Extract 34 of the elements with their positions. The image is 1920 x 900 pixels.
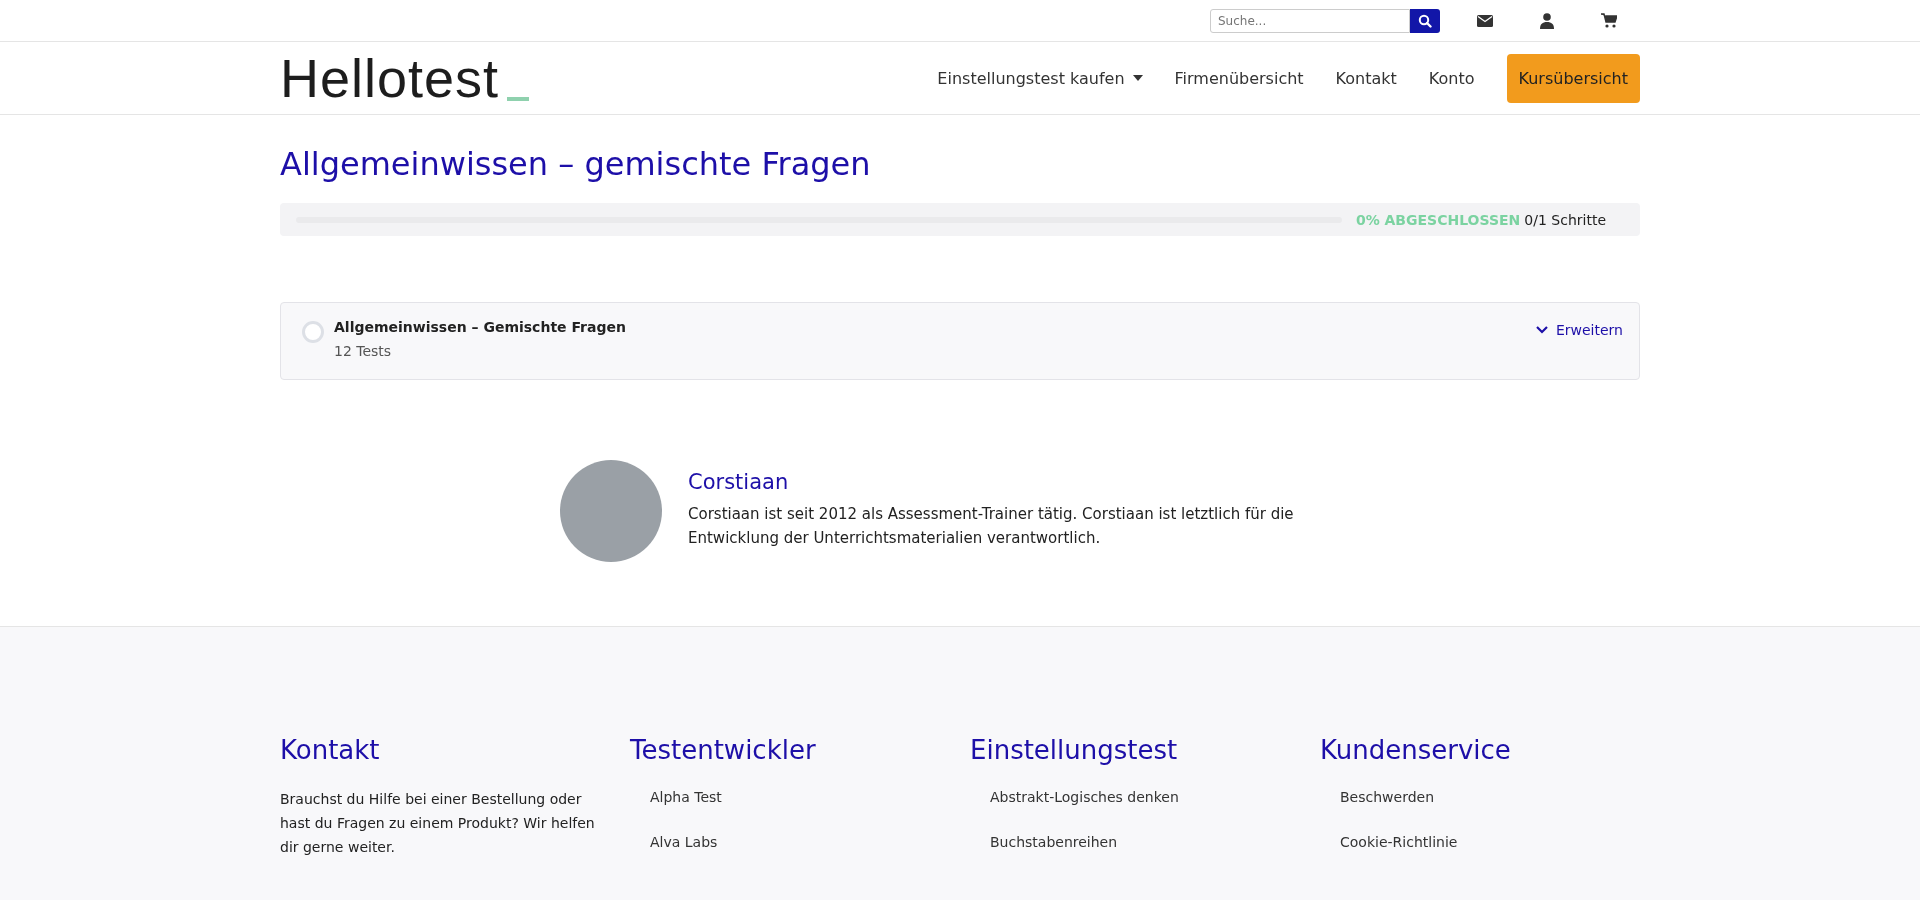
- logo-underscore: [507, 97, 530, 101]
- footer-heading: Einstellungstest: [970, 735, 1179, 765]
- search-field[interactable]: Suche...: [1210, 8, 1410, 33]
- footer-heading: Kundenservice: [1320, 735, 1512, 765]
- test-count: 12 Tests: [334, 343, 393, 359]
- search-icon: [1418, 13, 1432, 28]
- nav-link[interactable]: Konto: [1428, 68, 1475, 88]
- progress-percent: 0% ABGESCHLOSSEN: [1355, 211, 1521, 228]
- cart-icon[interactable]: [1601, 13, 1617, 28]
- caret-icon: [1132, 75, 1143, 81]
- logo[interactable]: Hellotest: [280, 51, 500, 105]
- footer-link[interactable]: Alva Labs: [650, 834, 718, 850]
- footer-link[interactable]: Cookie-Richtlinie: [1340, 834, 1458, 850]
- author-name: Corstiaan: [688, 470, 790, 494]
- footer-link[interactable]: Abstrakt-Logisches denken: [990, 789, 1179, 805]
- envelope-icon[interactable]: [1477, 14, 1493, 27]
- chevron-icon: [1535, 326, 1548, 334]
- footer-link[interactable]: Beschwerden: [1340, 789, 1435, 805]
- search-button[interactable]: [1410, 8, 1440, 33]
- progress-steps: 0/1 Schritte: [1524, 211, 1606, 228]
- footer-link[interactable]: Buchstabenreihen: [990, 834, 1118, 850]
- nav-link[interactable]: Kontakt: [1335, 68, 1397, 88]
- footer-heading: Testentwickler: [630, 735, 817, 765]
- course-overview-button[interactable]: Kursübersicht: [1506, 53, 1640, 103]
- contact-text: Brauchst du Hilfe bei einer Bestellung oder hast du Fragen zu einem Produkt? Wir helfen dir gerne weiter.: [280, 790, 596, 857]
- nav-dropdown[interactable]: Einstellungstest kaufen: [937, 68, 1143, 88]
- author-bio: Corstiaan ist seit 2012 als Assessment-Trainer tätig. Corstiaan ist letztlich für die Entwicklung der Unterrichtsmaterialien verantwortlich.: [688, 504, 1295, 549]
- user-icon[interactable]: [1540, 12, 1554, 29]
- section-title[interactable]: Allgemeinwissen – Gemischte Fragen: [334, 319, 626, 335]
- footer-heading: Kontakt: [280, 735, 381, 765]
- nav-link[interactable]: Firmenübersicht: [1174, 68, 1304, 88]
- footer-link[interactable]: Alpha Test: [650, 789, 722, 805]
- page-title: Allgemeinwissen – gemischte Fragen: [280, 145, 872, 183]
- expand-button[interactable]: Erweitern: [1535, 322, 1623, 338]
